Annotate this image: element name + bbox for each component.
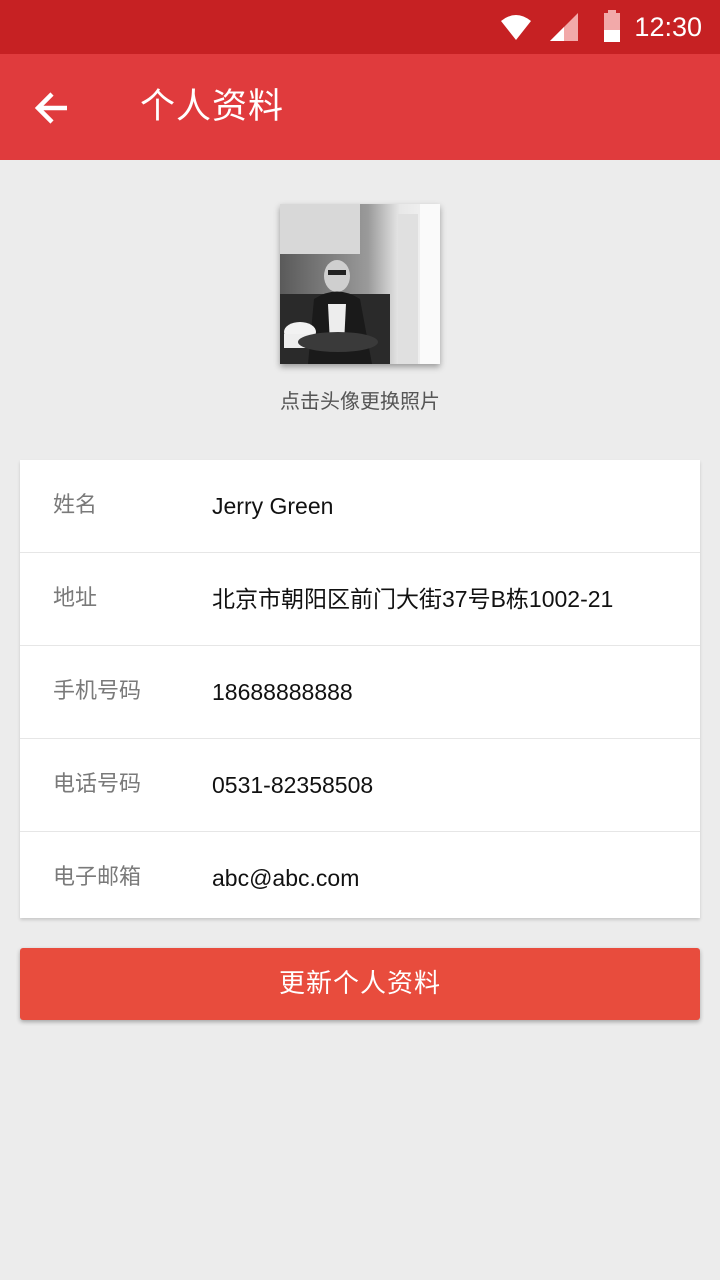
field-label: 电子邮箱 xyxy=(53,865,142,890)
profile-form: 姓名 Jerry Green 地址 北京市朝阳区前门大街37号B栋1002-21… xyxy=(20,460,700,918)
signal-icon xyxy=(550,13,578,41)
phone-input[interactable]: 0531-82358508 xyxy=(212,739,373,831)
battery-icon xyxy=(604,10,620,42)
field-email[interactable]: 电子邮箱 abc@abc.com xyxy=(20,832,700,924)
field-address[interactable]: 地址 北京市朝阳区前门大街37号B栋1002-21 xyxy=(20,553,700,646)
field-label: 地址 xyxy=(53,586,98,611)
avatar[interactable] xyxy=(280,204,440,364)
page-title: 个人资料 xyxy=(140,87,285,127)
field-phone[interactable]: 电话号码 0531-82358508 xyxy=(20,739,700,832)
field-label: 姓名 xyxy=(53,493,98,518)
app-bar: 个人资料 xyxy=(0,54,720,160)
mobile-input[interactable]: 18688888888 xyxy=(212,646,353,738)
address-input[interactable]: 北京市朝阳区前门大街37号B栋1002-21 xyxy=(212,553,613,645)
avatar-hint: 点击头像更换照片 xyxy=(280,389,440,413)
arrow-left-icon xyxy=(34,92,67,124)
name-input[interactable]: Jerry Green xyxy=(212,460,333,552)
email-input[interactable]: abc@abc.com xyxy=(212,832,359,924)
back-button[interactable] xyxy=(22,78,82,138)
update-profile-button[interactable]: 更新个人资料 xyxy=(20,948,700,1020)
wifi-icon xyxy=(501,15,531,40)
field-name[interactable]: 姓名 Jerry Green xyxy=(20,460,700,553)
field-label: 手机号码 xyxy=(53,679,142,704)
field-label: 电话号码 xyxy=(53,772,142,797)
field-mobile[interactable]: 手机号码 18688888888 xyxy=(20,646,700,739)
status-bar: 12:30 xyxy=(0,0,720,54)
status-time: 12:30 xyxy=(634,12,702,42)
